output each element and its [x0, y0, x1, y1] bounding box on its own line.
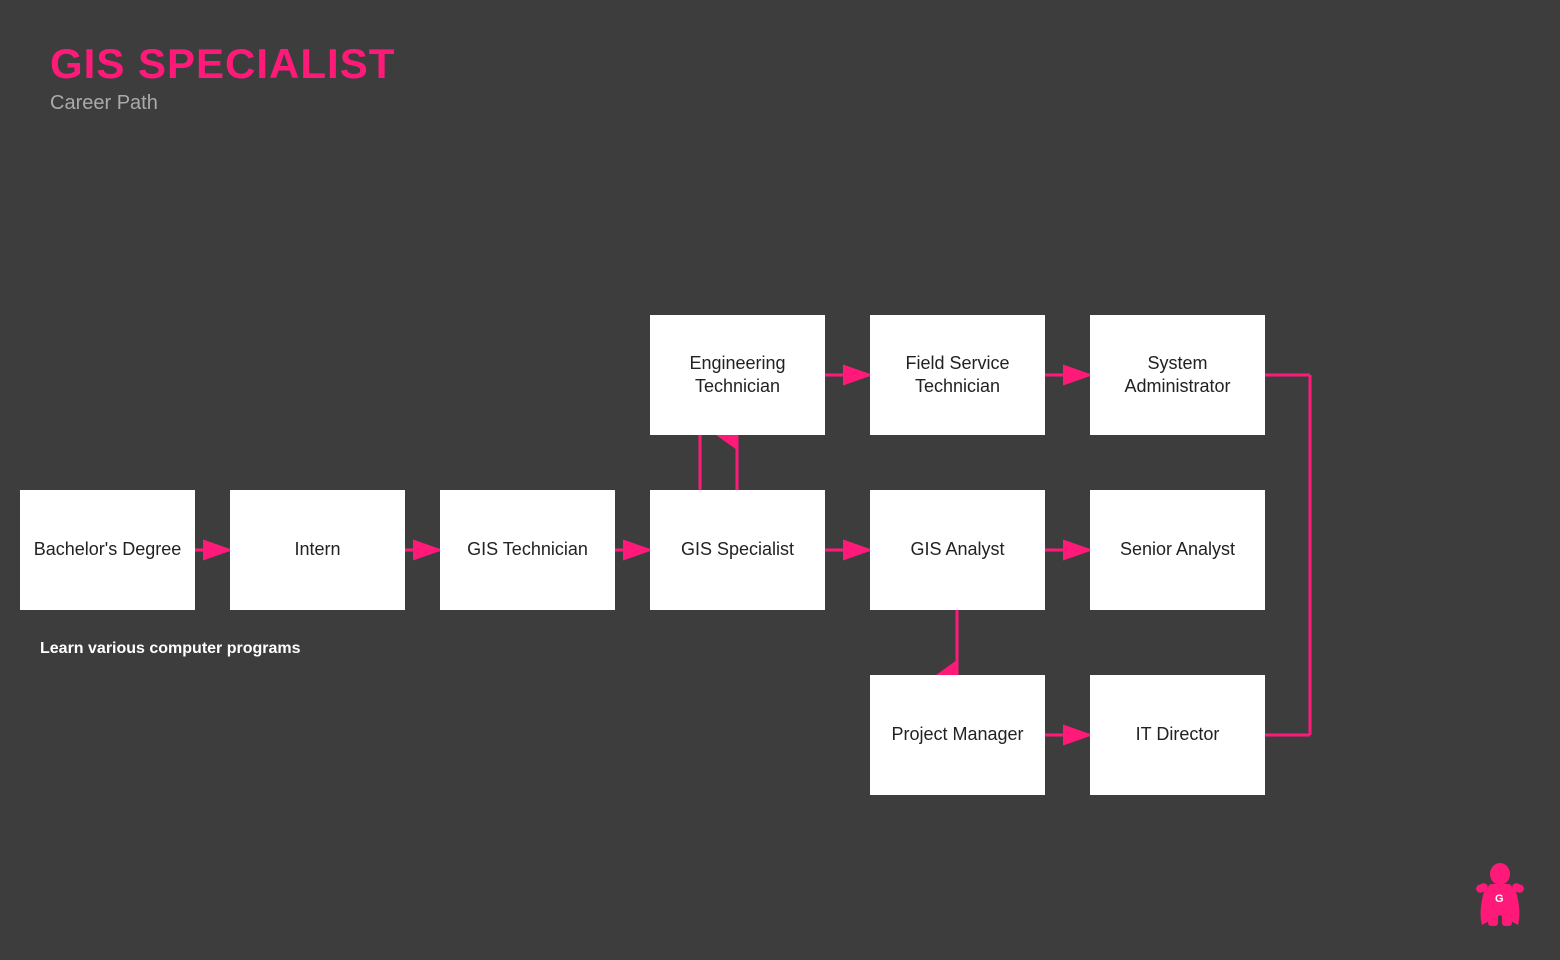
node-field-svc: Field Service Technician — [870, 315, 1045, 435]
node-bachelors: Bachelor's Degree — [20, 490, 195, 610]
node-sr-analyst: Senior Analyst — [1090, 490, 1265, 610]
node-eng-tech: Engineering Technician — [650, 315, 825, 435]
node-sys-admin: System Administrator — [1090, 315, 1265, 435]
node-gis-tech: GIS Technician — [440, 490, 615, 610]
node-gis-analyst: GIS Analyst — [870, 490, 1045, 610]
page-title: GIS SPECIALIST — [50, 40, 395, 88]
caption-text: Learn various computer programs — [40, 640, 301, 658]
mascot-icon: G — [1470, 860, 1530, 930]
node-intern: Intern — [230, 490, 405, 610]
node-gis-spec: GIS Specialist — [650, 490, 825, 610]
node-it-director: IT Director — [1090, 675, 1265, 795]
svg-text:G: G — [1495, 893, 1504, 905]
page-subtitle: Career Path — [50, 92, 395, 115]
header: GIS SPECIALIST Career Path — [50, 40, 395, 115]
node-proj-mgr: Project Manager — [870, 675, 1045, 795]
career-diagram: Bachelor's Degree Intern GIS Technician Eng… — [0, 150, 1560, 910]
